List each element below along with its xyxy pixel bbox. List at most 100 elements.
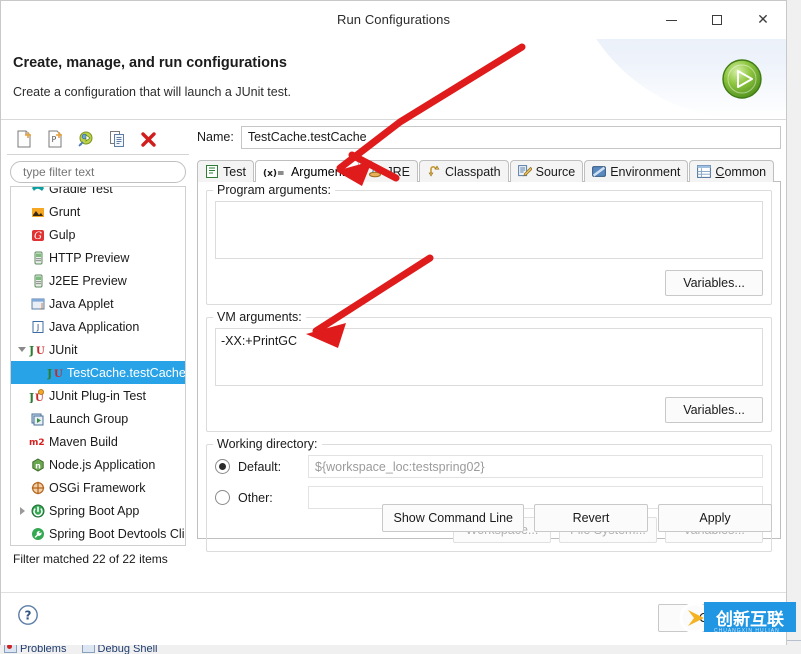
tree-item[interactable]: n Node.js Application: [11, 453, 185, 476]
apply-button[interactable]: Apply: [658, 504, 772, 532]
tab-common[interactable]: Common: [689, 160, 775, 182]
program-arguments-variables-button[interactable]: Variables...: [665, 270, 763, 296]
tree-item[interactable]: G Gulp: [11, 223, 185, 246]
page-subtitle: Create a configuration that will launch …: [13, 85, 291, 99]
dialog-body: P type filter text Gradle Test Grunt G G…: [1, 120, 786, 592]
launch-group-icon: [29, 412, 47, 426]
environment-icon: [592, 165, 607, 178]
tab-label: Environment: [610, 164, 681, 179]
close-button[interactable]: Close: [658, 604, 772, 632]
vm-arguments-variables-button[interactable]: Variables...: [665, 397, 763, 423]
classpath-icon: [427, 165, 441, 178]
chevron-down-icon[interactable]: [15, 347, 29, 352]
tree-item-label: Java Applet: [49, 296, 114, 311]
apply-row: Show Command Line Revert Apply: [382, 504, 772, 532]
tree-item-label: Node.js Application: [49, 457, 156, 472]
svg-text:J: J: [36, 323, 39, 332]
program-arguments-group: Program arguments: Variables...: [206, 183, 772, 305]
tree-item[interactable]: OSGi Framework: [11, 476, 185, 499]
name-input[interactable]: [240, 125, 781, 149]
name-row: Name:: [197, 124, 781, 150]
new-document-icon[interactable]: [13, 128, 35, 150]
tree-item[interactable]: Grunt: [11, 200, 185, 223]
tree-item-label: Maven Build: [49, 434, 118, 449]
close-icon: ✕: [757, 12, 769, 28]
working-directory-label: Working directory:: [213, 437, 322, 451]
grunt-icon: [29, 205, 47, 219]
working-directory-default-radio[interactable]: [215, 459, 230, 474]
spring-boot-icon: [29, 504, 47, 518]
svg-text:G: G: [34, 231, 42, 242]
working-directory-default-input: [308, 455, 763, 478]
tree-item[interactable]: m2 Maven Build: [11, 430, 185, 453]
chevron-right-icon[interactable]: [15, 506, 29, 515]
java-application-icon: J: [29, 320, 47, 334]
svg-text:J: J: [29, 391, 34, 403]
tab-label: Classpath: [445, 164, 501, 179]
vm-arguments-label: VM arguments:: [213, 310, 306, 324]
tree-item[interactable]: J Java Application: [11, 315, 185, 338]
svg-text:(x)=: (x)=: [263, 169, 285, 179]
new-prototype-icon[interactable]: P: [44, 128, 66, 150]
minimize-button[interactable]: [648, 1, 694, 39]
revert-button[interactable]: Revert: [534, 504, 648, 532]
tree-item[interactable]: J U TestCache.testCache: [11, 361, 185, 384]
svg-text:n: n: [35, 461, 41, 470]
background-window-right-strip: [786, 0, 801, 654]
program-arguments-textarea[interactable]: [215, 201, 763, 259]
tree-item[interactable]: J U JUnit Plug-in Test: [11, 384, 185, 407]
osgi-icon: [29, 481, 47, 495]
tree-item[interactable]: Gradle Test: [11, 186, 185, 200]
source-icon: [517, 165, 533, 178]
dialog-banner: Create, manage, and run configurations C…: [1, 39, 786, 120]
tree-item[interactable]: J U JUnit: [11, 338, 185, 361]
name-label: Name:: [197, 130, 234, 144]
tree-item-label: Java Application: [49, 319, 140, 334]
help-question-icon[interactable]: ?: [17, 604, 39, 626]
export-run-icon[interactable]: [75, 128, 97, 150]
svg-text:J: J: [40, 302, 43, 310]
configurations-tree[interactable]: Gradle Test Grunt G Gulp HTTP Preview J2EE Pr…: [10, 186, 186, 546]
run-configurations-dialog: Run Configurations ✕ Create, manage, and…: [0, 0, 787, 645]
maximize-button[interactable]: [694, 1, 740, 39]
tab-classpath[interactable]: Classpath: [419, 160, 509, 182]
tree-item[interactable]: J2EE Preview: [11, 269, 185, 292]
dialog-titlebar: Run Configurations ✕: [1, 1, 786, 39]
maximize-icon: [712, 15, 722, 25]
tree-item-label: Gulp: [49, 227, 76, 242]
tree-item[interactable]: J Java Applet: [11, 292, 185, 315]
working-directory-other-radio[interactable]: [215, 490, 230, 505]
show-command-line-button[interactable]: Show Command Line: [382, 504, 524, 532]
tab-jre[interactable]: JRE: [360, 160, 419, 182]
common-icon: [697, 165, 712, 178]
junit-icon: JU: [47, 366, 65, 380]
tree-rows: Gradle Test Grunt G Gulp HTTP Preview J2EE Pr…: [11, 186, 185, 545]
vm-arguments-group: VM arguments: -XX:+PrintGC Variables...: [206, 310, 772, 432]
server-icon: [29, 251, 47, 265]
test-icon: [205, 165, 219, 178]
working-directory-default-label: Default:: [238, 459, 282, 474]
tree-item[interactable]: Launch Group: [11, 407, 185, 430]
tab-source[interactable]: Source: [509, 160, 584, 182]
delete-x-icon[interactable]: [137, 128, 159, 150]
svg-text:?: ?: [25, 609, 32, 623]
tree-item-label: JUnit: [49, 342, 78, 357]
duplicate-icon[interactable]: [106, 128, 128, 150]
window-controls: ✕: [648, 1, 786, 39]
tree-item-label: Gradle Test: [49, 186, 113, 196]
configuration-editor-pane: Name: Test (x)= Arguments JRE Classpath Sourc…: [197, 124, 781, 586]
tab-environment[interactable]: Environment: [584, 160, 689, 182]
tab-label: Source: [535, 164, 576, 179]
tab-label: Arguments: [290, 165, 352, 179]
tab-test[interactable]: Test: [197, 160, 254, 182]
arguments-icon: (x)=: [263, 166, 287, 179]
tree-item[interactable]: Spring Boot Devtools Cli: [11, 522, 185, 545]
svg-text:m2: m2: [29, 438, 45, 448]
close-window-button[interactable]: ✕: [740, 1, 786, 39]
tree-item[interactable]: Spring Boot App: [11, 499, 185, 522]
vm-arguments-textarea[interactable]: -XX:+PrintGC: [215, 328, 763, 386]
tree-item[interactable]: HTTP Preview: [11, 246, 185, 269]
filter-input[interactable]: [10, 161, 186, 183]
working-directory-group: Working directory: Default: Other:: [206, 437, 772, 552]
tab-arguments[interactable]: (x)= Arguments: [254, 160, 360, 183]
